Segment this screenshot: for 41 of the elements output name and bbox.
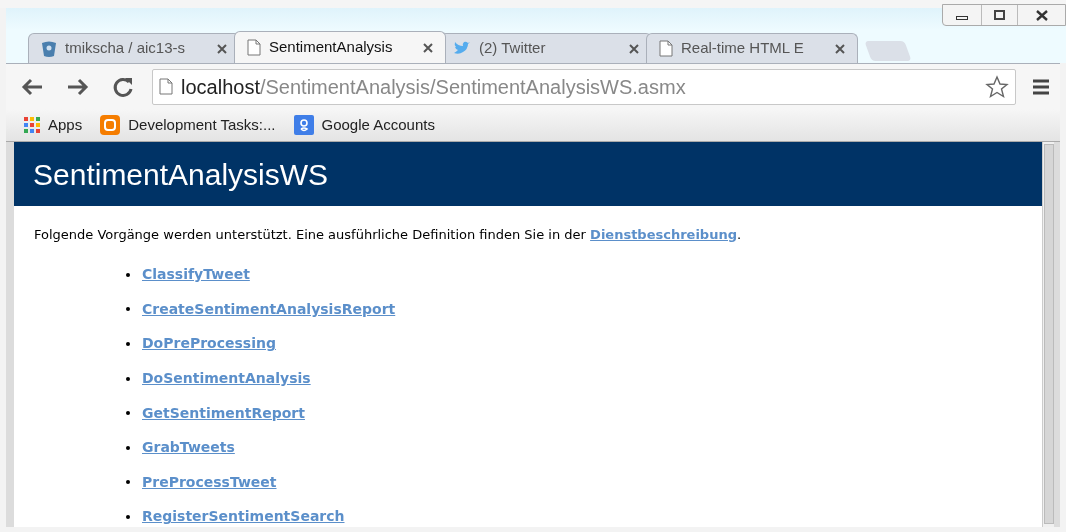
star-icon[interactable] xyxy=(985,74,1009,99)
browser-tab[interactable]: Real-time HTML E xyxy=(646,33,858,63)
operation-link[interactable]: DoSentimentAnalysis xyxy=(142,368,311,390)
tab-title: Real-time HTML E xyxy=(681,38,805,59)
page-title: SentimentAnalysisWS xyxy=(33,156,329,193)
scrollbar[interactable] xyxy=(1042,142,1054,527)
operation-link[interactable]: GrabTweets xyxy=(142,437,235,459)
page-icon xyxy=(659,40,673,57)
tab-title: SentimentAnalysis xyxy=(269,37,394,58)
operation-link[interactable]: GetSentimentReport xyxy=(142,402,305,424)
intro-text: Folgende Vorgänge werden unterstützt. Eine ausführliche Definition finden Sie in der Dienstbeschreibung. xyxy=(33,226,743,244)
reload-icon[interactable] xyxy=(112,75,134,98)
operation-link[interactable]: DoPreProcessing xyxy=(142,333,276,355)
bird-icon xyxy=(453,41,471,56)
forward-icon[interactable] xyxy=(66,76,90,97)
page-icon xyxy=(247,39,261,56)
menu-icon[interactable] xyxy=(1032,77,1050,96)
bookmark-item[interactable]: Apps xyxy=(24,113,83,137)
bookmark-item[interactable]: Development Tasks:... xyxy=(100,113,276,137)
tab-title: (2) Twitter xyxy=(479,38,547,59)
close-icon xyxy=(1035,9,1048,21)
back-icon[interactable] xyxy=(20,76,44,97)
url-text: localhost/SentimentAnalysis/SentimentAnalysisWS.asmx xyxy=(181,74,687,100)
description-link[interactable]: Dienstbeschreibung xyxy=(590,227,737,242)
tab-title: tmikscha / aic13-s xyxy=(65,38,187,59)
close-icon[interactable] xyxy=(629,43,639,54)
grid-icon xyxy=(24,117,40,133)
close-icon[interactable] xyxy=(835,43,845,54)
operation-link[interactable]: ClassifyTweet xyxy=(142,264,250,286)
operation-link[interactable]: RegisterSentimentSearch xyxy=(142,506,345,527)
page-icon xyxy=(159,78,173,95)
address-bar[interactable]: localhost/SentimentAnalysis/SentimentAnalysisWS.asmx xyxy=(152,68,1016,105)
g-icon xyxy=(293,115,314,135)
browser-tab[interactable]: SentimentAnalysis xyxy=(234,31,446,63)
bucket-icon xyxy=(41,39,57,58)
close-icon[interactable] xyxy=(217,43,227,54)
close-icon[interactable] xyxy=(423,42,433,53)
operation-link[interactable]: PreProcessTweet xyxy=(142,471,277,493)
bookmark-item[interactable]: Google Accounts xyxy=(293,113,435,137)
operation-link[interactable]: CreateSentimentAnalysisReport xyxy=(142,298,396,320)
blog-icon xyxy=(100,115,121,135)
